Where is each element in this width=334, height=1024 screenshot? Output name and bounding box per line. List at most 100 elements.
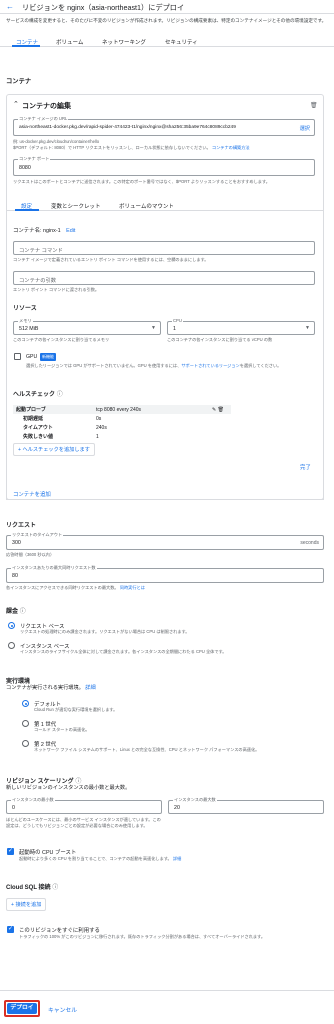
env-default-radio[interactable] — [22, 700, 29, 707]
sub-tabs: 設定 変数とシークレット ボリュームのマウント — [7, 199, 323, 211]
billing-instance-radio[interactable] — [8, 642, 15, 649]
request-timeout-field[interactable]: リクエストのタイムアウト 300 seconds — [6, 532, 324, 550]
container-heading: コンテナ — [6, 78, 32, 85]
image-url-field[interactable]: コンテナ イメージの URL asia-northeast1-docker.pk… — [13, 116, 315, 136]
probe-label: 起動プローブ — [16, 407, 46, 413]
min-instances-field[interactable]: インスタンスの最小数 0 — [6, 797, 162, 814]
tab-networking[interactable]: ネットワーキング — [102, 38, 146, 46]
command-help: コンテナ イメージで定義されているエントリ ポイント コマンドを使用するには、空… — [13, 257, 209, 262]
min-instances-label: インスタンスの最小数 — [11, 797, 55, 803]
container-port-field[interactable]: コンテナ ポート 8080 — [13, 156, 315, 176]
port-label: コンテナ ポート — [18, 156, 51, 162]
help-icon[interactable]: ⓘ — [52, 885, 58, 891]
subtab-volume-mounts[interactable]: ボリュームのマウント — [119, 202, 174, 210]
concurrency-help: 各インスタンスにアクセスできる同時リクエストの最大数。 同時実行とは — [6, 585, 145, 590]
table-row: 初期遅延 0s — [23, 415, 102, 423]
container-name-edit-link[interactable]: Edit — [66, 228, 75, 234]
concurrency-field[interactable]: インスタンスあたりの最大同時リクエスト数 80 — [6, 565, 324, 583]
help-icon[interactable]: ⓘ — [57, 392, 63, 398]
env-gen1-radio[interactable] — [22, 720, 29, 727]
env-gen2-desc: ネットワーク ファイル システムのサポート、Linux との完全な互換性、CPU… — [34, 747, 260, 752]
concurrency-label: インスタンスあたりの最大同時リクエスト数 — [11, 565, 97, 571]
container-name-row: コンテナ名: nginx-1 Edit — [13, 226, 75, 234]
gpu-checkbox[interactable] — [14, 353, 21, 360]
cloudsql-heading: Cloud SQL 接続 ⓘ — [6, 885, 59, 891]
memory-select[interactable]: メモリ 512 MiB ▼ — [13, 318, 161, 335]
args-placeholder: コンテナの引数 — [19, 278, 57, 284]
startup-boost-checkbox[interactable]: ✓ — [7, 848, 14, 855]
concurrency-learn-link[interactable]: 同時実行とは — [120, 585, 145, 590]
done-button[interactable]: 完了 — [300, 463, 311, 471]
main-tabs: コンテナ ボリューム ネットワーキング セキュリティ — [0, 36, 334, 47]
env-gen2-radio[interactable] — [22, 740, 29, 747]
memory-label: メモリ — [18, 318, 33, 324]
image-url-value: asia-northeast1-docker.pkg.dev/rapid-spi… — [19, 125, 236, 130]
port-value: 8080 — [19, 165, 31, 171]
environment-learn-link[interactable]: 詳細 — [85, 685, 95, 691]
cancel-button[interactable]: キャンセル — [48, 1005, 77, 1014]
active-tab-indicator — [12, 45, 40, 47]
cpu-label: CPU — [172, 318, 183, 324]
add-container-button[interactable]: コンテナを追加 — [13, 490, 51, 498]
container-edit-panel: ⌃ コンテナの編集 🗑 コンテナ イメージの URL asia-northeas… — [6, 94, 324, 500]
supported-regions-link[interactable]: サポートされているリージョン — [181, 363, 239, 368]
command-field[interactable]: コンテナ コマンド — [13, 241, 315, 255]
port-help: リクエストはこのポートとコンテナに送信されます。この特定のポート番号ではなく、$… — [13, 179, 270, 184]
max-instances-value: 20 — [174, 805, 180, 811]
cpu-select[interactable]: CPU 1 ▼ — [167, 318, 315, 335]
serve-now-checkbox[interactable]: ✓ — [7, 926, 14, 933]
min-instances-help: ほとんどのユースケースには、最小のサービス インスタンスが適しています。この設定… — [6, 817, 161, 828]
serve-now-title: このリビジョンをすぐに利用する — [19, 928, 100, 934]
memory-value: 512 MiB — [19, 326, 39, 332]
billing-request-radio[interactable] — [8, 622, 15, 629]
footer-bar: デプロイ キャンセル — [0, 990, 334, 1024]
timeout-help: 応答時間（3600 秒以内） — [6, 552, 55, 557]
startup-boost-title: 起動時の CPU ブースト — [19, 850, 77, 856]
timeout-value: 300 — [12, 540, 21, 546]
serve-now-desc: トラフィックの 100% がこのリビジョンに移行されます。既存のトラフィック分割… — [19, 934, 266, 939]
startup-boost-help: 起動時により多くの CPU を割り当てることで、コンテナの起動を高速化します。 … — [19, 856, 182, 861]
gpu-label: GPU — [26, 354, 38, 360]
dropdown-arrow-icon: ▼ — [151, 325, 156, 331]
collapse-chevron-icon[interactable]: ⌃ — [13, 100, 19, 108]
gpu-help: 選択したリージョンでは GPU がサポートされていません。GPU を使用するには… — [26, 363, 282, 368]
command-placeholder: コンテナ コマンド — [19, 248, 63, 254]
billing-heading: 課金 ⓘ — [6, 609, 26, 615]
probe-row: 起動プローブ tcp 8080 every 240s ✎ 🗑 — [13, 405, 231, 414]
max-instances-field[interactable]: インスタンスの最大数 20 — [168, 797, 324, 814]
add-healthcheck-button[interactable]: + ヘルスチェックを追加します — [13, 443, 95, 456]
tab-volumes[interactable]: ボリューム — [56, 38, 83, 46]
edit-probe-icon[interactable]: ✎ — [212, 407, 216, 413]
add-connection-button[interactable]: + 接続を追加 — [6, 898, 47, 911]
intro-text: サービスの構成を変更すると、そのたびに不変のリビジョンが作成されます。リビジョン… — [6, 18, 327, 23]
billing-request-desc: リクエストの処理時にのみ課金されます。リクエストがない場合は CPU は制限され… — [20, 629, 190, 634]
page-title: リビジョンを nginx（asia-northeast1）にデプロイ — [22, 3, 185, 12]
table-row: タイムアウト 240s — [23, 424, 107, 432]
args-field[interactable]: コンテナの引数 — [13, 271, 315, 285]
table-row: 失敗しきい値 1 — [23, 433, 99, 441]
image-build-link[interactable]: コンテナの構築方法 — [212, 145, 250, 150]
concurrency-value: 80 — [12, 573, 18, 579]
deploy-button[interactable]: デプロイ — [7, 1003, 37, 1014]
args-help: エントリ ポイント コマンドに渡される引数。 — [13, 287, 100, 292]
subtab-variables[interactable]: 変数とシークレット — [51, 202, 101, 210]
env-gen1-desc: コールド スタートの高速化。 — [34, 727, 90, 732]
scaling-sub: 新しいリビジョンのインスタンスの最小数と最大数。 — [6, 785, 131, 791]
image-help-2: $PORT（デフォルト: 8080）で HTTP リクエストをリッスンし、ローカ… — [13, 145, 250, 150]
billing-instance-desc: インスタンスのライフサイクル全体に対して課金されます。各インスタンスの全期間にわ… — [20, 649, 227, 654]
help-icon[interactable]: ⓘ — [20, 609, 26, 615]
delete-icon[interactable]: 🗑 — [310, 102, 318, 109]
tab-security[interactable]: セキュリティ — [165, 38, 198, 46]
gpu-new-badge: 新機能 — [40, 353, 56, 361]
healthcheck-heading: ヘルスチェック ⓘ — [13, 392, 63, 398]
startup-boost-link[interactable]: 詳細 — [173, 856, 181, 861]
memory-help: このコンテナの各インスタンスに割り当てるメモリ — [13, 337, 110, 342]
subtab-indicator — [15, 209, 39, 211]
select-image-button[interactable]: 選択 — [300, 125, 310, 132]
cpu-help: このコンテナの各インスタンスに割り当てる vCPU の数 — [167, 337, 273, 342]
back-arrow-icon[interactable]: ← — [6, 2, 14, 11]
environment-sub: コンテナが実行される実行環境。 詳細 — [6, 685, 96, 691]
timeout-unit: seconds — [300, 540, 319, 546]
probe-value: tcp 8080 every 240s — [96, 406, 142, 413]
delete-probe-icon[interactable]: 🗑 — [218, 407, 224, 413]
